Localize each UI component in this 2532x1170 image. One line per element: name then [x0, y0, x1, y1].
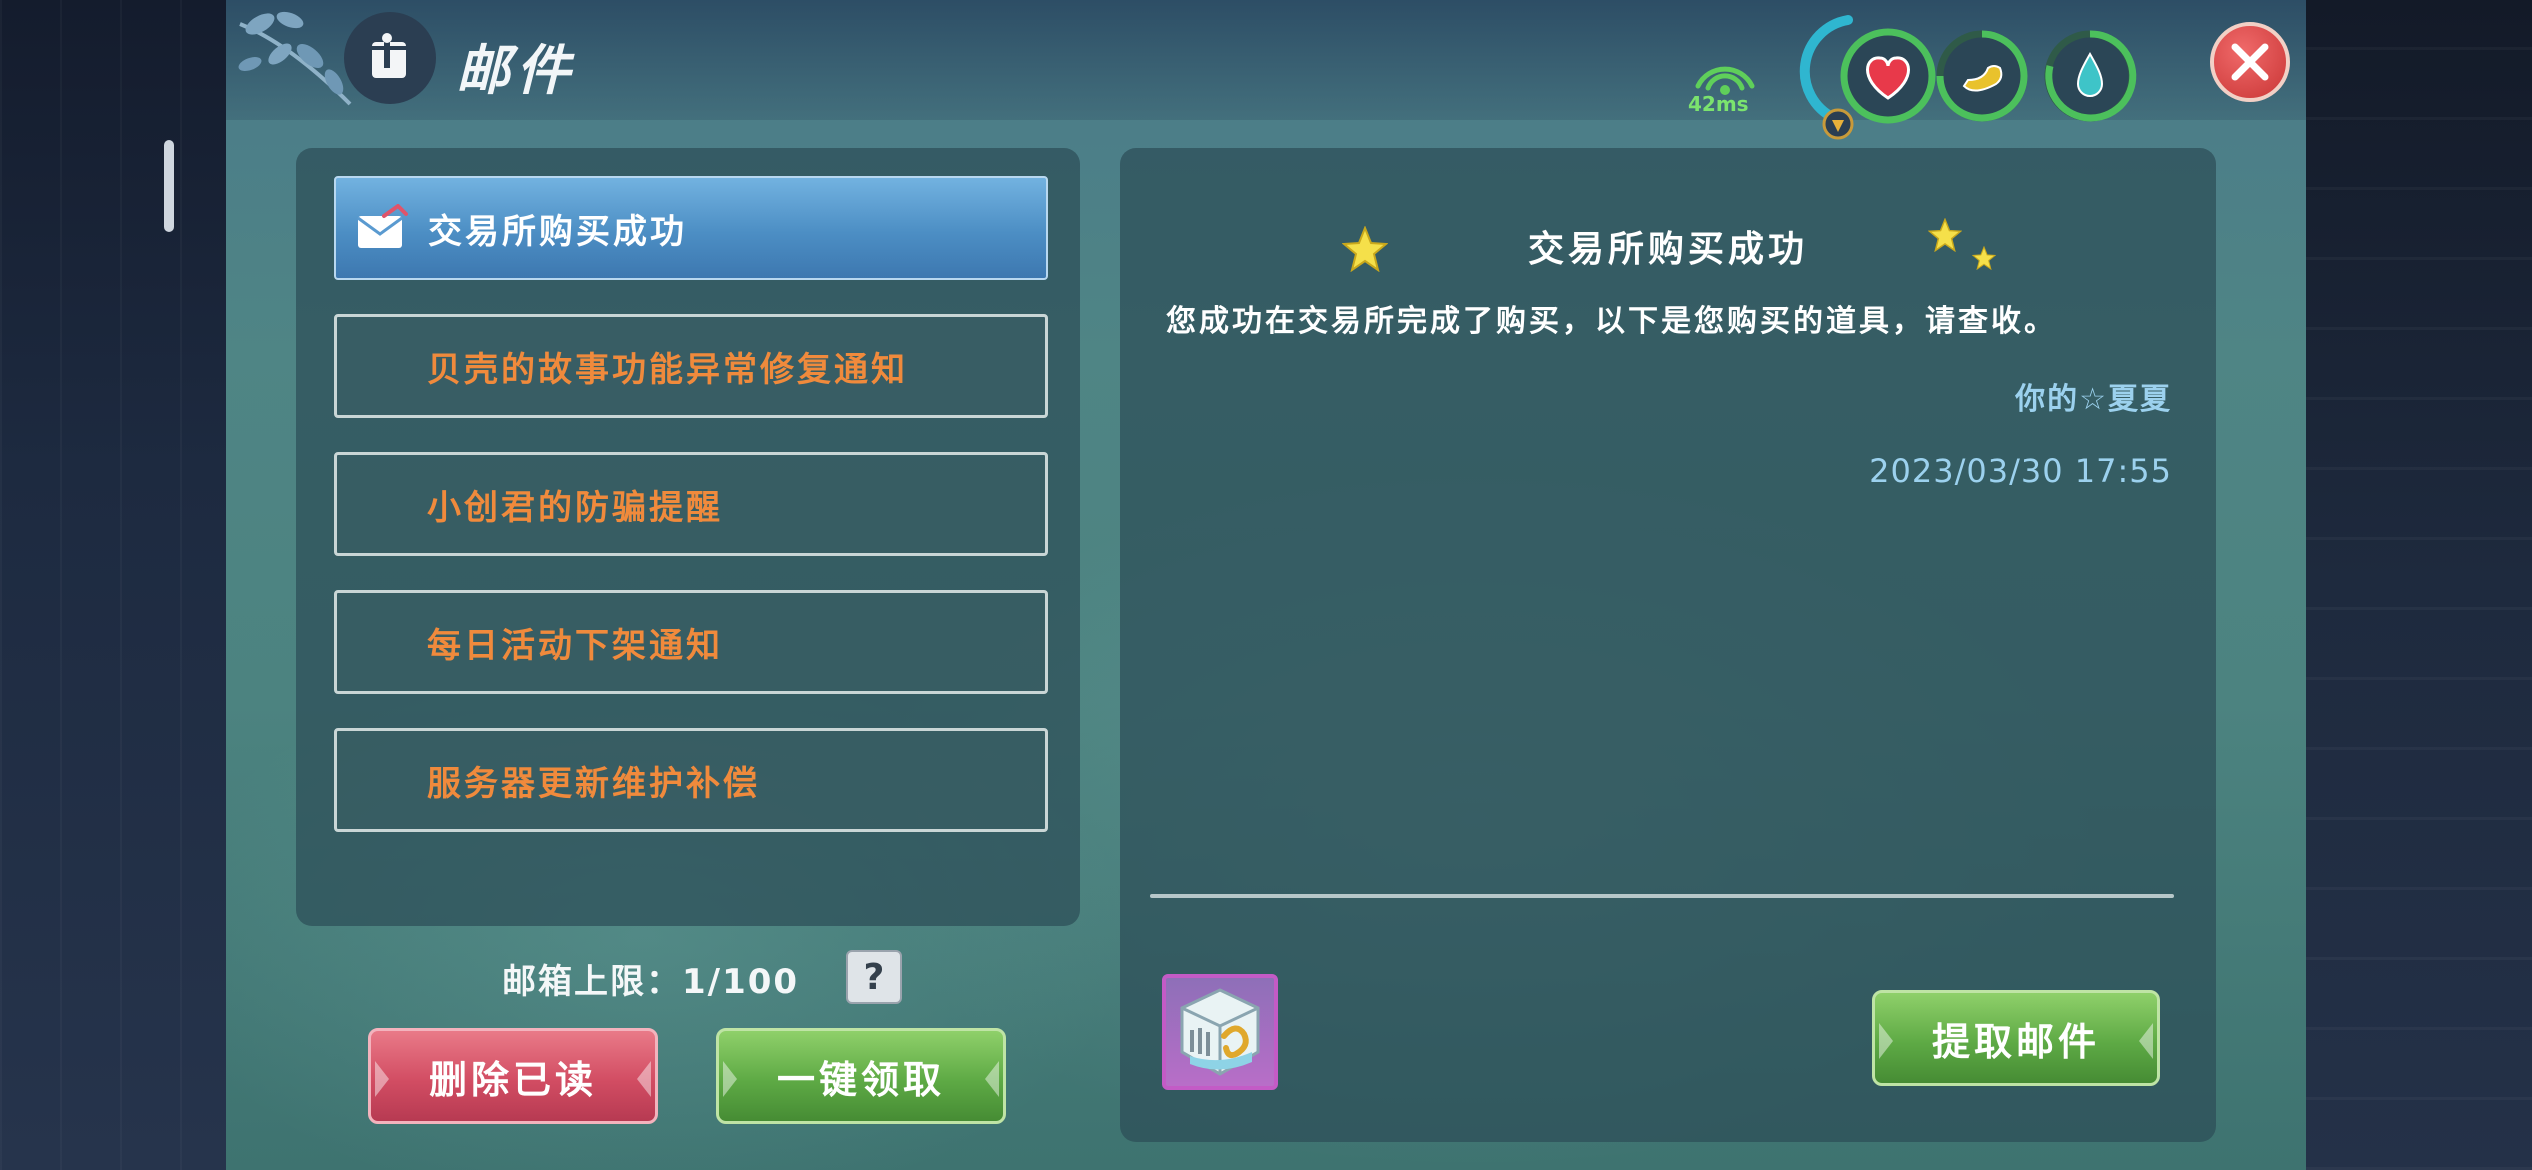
detail-title: 交易所购买成功 [1527, 229, 1808, 270]
button-notch-left [375, 1061, 389, 1097]
mail-list-item-5[interactable]: 服务器更新维护补偿 [334, 728, 1048, 832]
mail-list-item-label: 服务器更新维护补偿 [427, 763, 760, 804]
dice-item-icon [1180, 988, 1260, 1076]
mailbox-limit: 邮箱上限：1/100 [502, 962, 800, 1002]
button-notch-left [1879, 1023, 1893, 1059]
mail-list-item-label: 每日活动下架通知 [427, 625, 723, 666]
ping-value: 42ms [1688, 92, 1749, 116]
mail-list: 交易所购买成功 贝壳的故事功能异常修复通知 小创君的防骗提醒 每日活动下架通知 … [296, 148, 1080, 926]
thirst-ring-icon [2044, 30, 2137, 122]
mail-logo-icon [344, 12, 436, 104]
button-notch-right [2139, 1023, 2153, 1059]
claim-all-button[interactable]: 一键领取 [716, 1028, 1006, 1124]
star-icon [1928, 218, 1962, 252]
mail-list-item-label: 交易所购买成功 [428, 211, 687, 252]
mail-list-item-4[interactable]: 每日活动下架通知 [334, 590, 1048, 694]
delete-read-label: 删除已读 [428, 1057, 597, 1102]
hunger-ring-icon [1936, 30, 2028, 122]
button-notch-left [723, 1061, 737, 1097]
page-title: 邮件 [456, 39, 576, 102]
health-ring-icon [1799, 15, 1936, 140]
mail-list-item-2[interactable]: 贝壳的故事功能异常修复通知 [334, 314, 1048, 418]
take-mail-label: 提取邮件 [1931, 1019, 2100, 1064]
button-notch-right [985, 1061, 999, 1097]
background-left [0, 0, 226, 1170]
side-drag-handle[interactable] [164, 140, 174, 232]
delete-read-button[interactable]: 删除已读 [368, 1028, 658, 1124]
help-button[interactable]: ? [846, 950, 902, 1004]
button-notch-right [637, 1061, 651, 1097]
mail-list-item-label: 小创君的防骗提醒 [427, 487, 723, 528]
take-mail-button[interactable]: 提取邮件 [1872, 990, 2160, 1086]
close-icon [2231, 43, 2269, 81]
panel-header: 邮件 42ms [226, 0, 2306, 140]
mail-list-item-label: 贝壳的故事功能异常修复通知 [427, 349, 908, 390]
claim-all-label: 一键领取 [776, 1057, 945, 1102]
mail-panel: 邮件 42ms 交易所购买成功 贝壳的故事功能异常修复通知 小创君的防骗提醒 每… [226, 0, 2306, 1170]
mail-list-item-1[interactable]: 交易所购买成功 [334, 176, 1048, 280]
mail-detail: 交易所购买成功 您成功在交易所完成了购买，以下是您购买的道具，请查收。 你的☆夏… [1120, 148, 2216, 1142]
mail-list-item-3[interactable]: 小创君的防骗提醒 [334, 452, 1048, 556]
star-icon [1972, 246, 1996, 270]
background-right [2306, 0, 2532, 1170]
envelope-icon [357, 204, 408, 248]
detail-body: 您成功在交易所完成了购买，以下是您购买的道具，请查收。 [1166, 304, 2057, 339]
divider [1150, 894, 2174, 898]
detail-date: 2023/03/30 17:55 [1869, 452, 2172, 490]
close-button[interactable] [2210, 22, 2290, 102]
attachment-item[interactable] [1162, 974, 1278, 1090]
detail-sender: 你的☆夏夏 [2015, 382, 2172, 417]
